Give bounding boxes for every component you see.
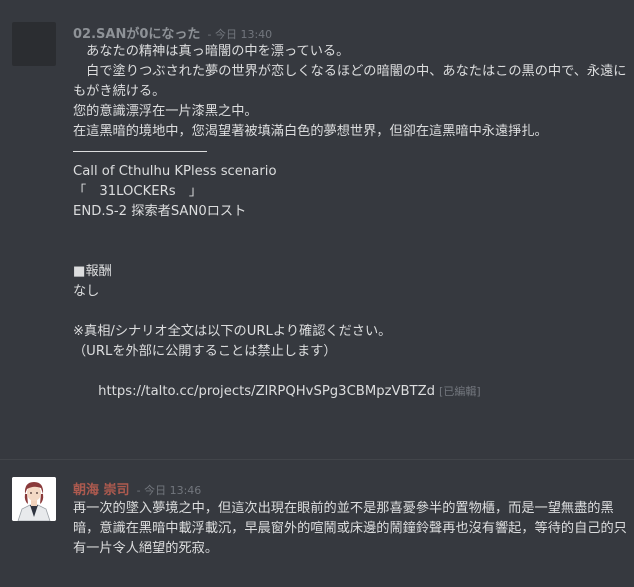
- message-content: あなたの精神は真っ暗闇の中を漂っている。 白で塗りつぶされた夢の世界が恋しくなる…: [73, 42, 628, 399]
- message-line: Call of Cthulhu KPless scenario: [73, 164, 277, 179]
- message-header: 朝海 崇司 - 今日 13:46: [73, 481, 201, 499]
- edited-label: [已編輯]: [439, 385, 481, 398]
- message-line: 在這黑暗的境地中，您渴望著被填滿白色的夢想世界，但卻在這黑暗中永遠掙扎。: [73, 124, 548, 139]
- character-portrait-icon: [12, 477, 56, 521]
- message-line: 白で塗りつぶされた夢の世界が恋しくなるほどの暗闇の中、あなたはこの黒の中で、永遠…: [73, 64, 627, 99]
- horizontal-rule: [73, 142, 628, 162]
- message-line: （URLを外部に公開することは禁止します）: [73, 344, 337, 359]
- message-line: 「 31LOCKERs 」: [73, 184, 203, 199]
- timestamp: - 今日 13:46: [136, 484, 202, 497]
- message-header: 02.SANが0になった - 今日 13:40: [73, 25, 272, 43]
- username[interactable]: 02.SANが0になった: [73, 27, 200, 42]
- username[interactable]: 朝海 崇司: [73, 483, 130, 498]
- avatar[interactable]: [12, 477, 56, 521]
- scenario-link[interactable]: https://talto.cc/projects/ZlRPQHvSPg3CBM…: [98, 384, 435, 399]
- message-divider: [0, 459, 634, 460]
- avatar[interactable]: [12, 22, 56, 66]
- message-line: 您的意識漂浮在一片漆黑之中。: [73, 104, 258, 119]
- message-line: ■報酬: [73, 264, 112, 279]
- message-line: あなたの精神は真っ暗闇の中を漂っている。: [73, 44, 350, 59]
- message-line: END.S-2 探索者SAN0ロスト: [73, 204, 247, 219]
- timestamp: - 今日 13:40: [207, 28, 273, 41]
- message-line: なし: [73, 284, 100, 299]
- url-line: https://talto.cc/projects/ZlRPQHvSPg3CBM…: [73, 362, 628, 399]
- message-content: 再一次的墜入夢境之中，但這次出現在眼前的並不是那喜憂參半的置物櫃，而是一望無盡的…: [73, 499, 628, 559]
- message-line: ※真相/シナリオ全文は以下のURLより確認ください。: [73, 324, 392, 339]
- message-text: 再一次的墜入夢境之中，但這次出現在眼前的並不是那喜憂參半的置物櫃，而是一望無盡的…: [73, 501, 627, 556]
